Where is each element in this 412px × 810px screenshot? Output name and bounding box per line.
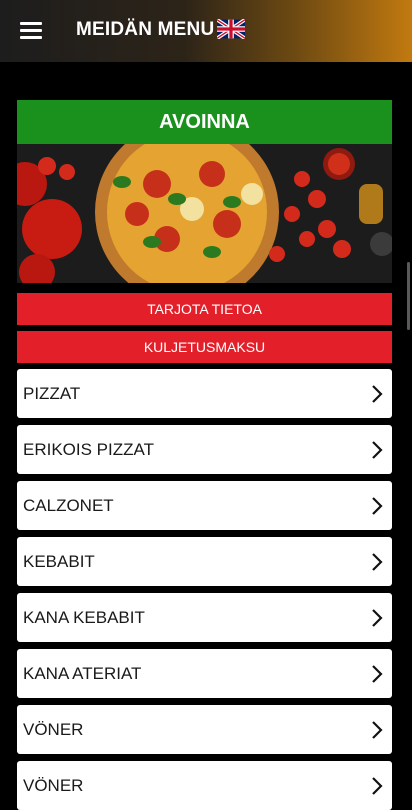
uk-flag-icon[interactable]: [217, 19, 245, 39]
category-pizzat[interactable]: PIZZAT: [17, 369, 392, 418]
category-label: KEBABIT: [23, 552, 95, 571]
category-label: ERIKOIS PIZZAT: [23, 440, 154, 459]
chevron-right-icon: [372, 441, 383, 459]
chevron-right-icon: [372, 777, 383, 795]
category-label: CALZONET: [23, 496, 114, 515]
hamburger-menu-icon[interactable]: [20, 20, 44, 40]
chevron-right-icon: [372, 721, 383, 739]
chevron-right-icon: [372, 497, 383, 515]
scrollbar[interactable]: [407, 262, 410, 330]
category-label: VÖNER: [23, 720, 84, 739]
category-kebabit[interactable]: KEBABIT: [17, 537, 392, 586]
category-kana-kebabit[interactable]: KANA KEBABIT: [17, 593, 392, 642]
info-button-label: TARJOTA TIETOA: [147, 301, 262, 317]
info-button[interactable]: TARJOTA TIETOA: [17, 293, 392, 325]
delivery-fee-button-label: KULJETUSMAKSU: [143, 339, 266, 355]
category-erikois-pizzat[interactable]: ERIKOIS PIZZAT: [17, 425, 392, 474]
category-voner[interactable]: VÖNER: [17, 705, 392, 754]
delivery-fee-button[interactable]: KULJETUSMAKSU: [17, 331, 392, 363]
chevron-right-icon: [372, 553, 383, 571]
chevron-right-icon: [372, 609, 383, 627]
chevron-right-icon: [372, 665, 383, 683]
category-label: KANA ATERIAT: [23, 664, 142, 683]
page-title: MEIDÄN MENU: [76, 19, 215, 40]
category-label: VÖNER: [23, 776, 84, 795]
category-label: KANA KEBABIT: [23, 608, 145, 627]
open-status-label: AVOINNA: [159, 110, 250, 133]
category-voner-2[interactable]: VÖNER: [17, 761, 392, 810]
menu-content: AVOINNA TARJOTA TIETOA KULJETUSMAKSU PIZ…: [0, 62, 412, 810]
open-status-banner: AVOINNA: [17, 100, 392, 144]
category-calzonet[interactable]: CALZONET: [17, 481, 392, 530]
category-kana-ateriat[interactable]: KANA ATERIAT: [17, 649, 392, 698]
app-bar: MEIDÄN MENU: [0, 0, 412, 62]
category-label: PIZZAT: [23, 384, 81, 403]
pizza-banner-image: [17, 144, 392, 283]
chevron-right-icon: [372, 385, 383, 403]
